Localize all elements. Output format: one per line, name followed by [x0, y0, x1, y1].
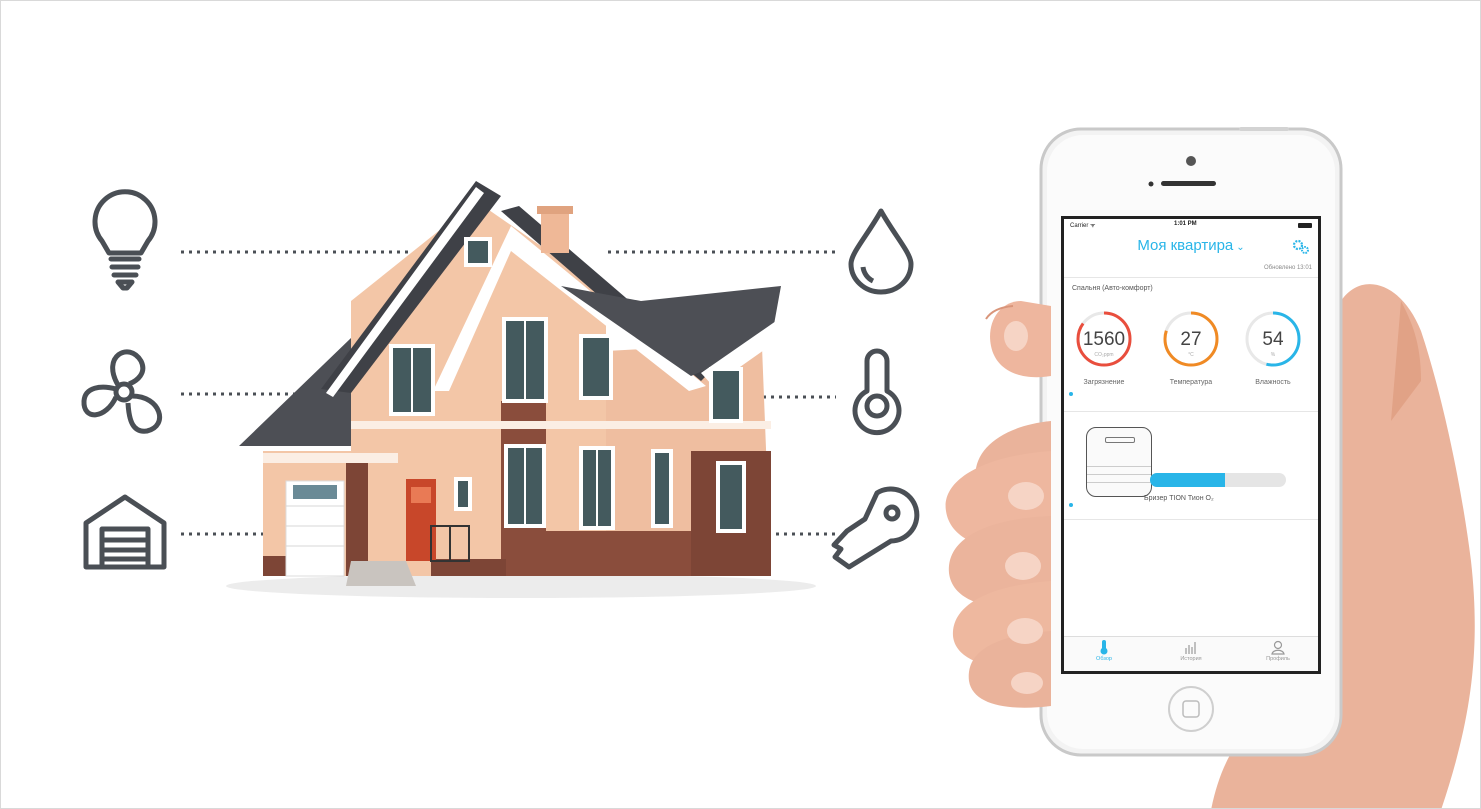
page-title: Моя квартира	[1137, 237, 1234, 254]
carrier-label: Carrier ᯤ	[1070, 223, 1096, 229]
fan-speed-fill	[1150, 473, 1225, 487]
settings-gear-icon[interactable]	[1292, 239, 1310, 255]
tab-profile[interactable]: Профиль	[1248, 639, 1308, 662]
location-selector[interactable]: Моя квартира ⌄	[1064, 237, 1318, 254]
tab-history[interactable]: История	[1161, 639, 1221, 662]
humidity-label: Влажность	[1255, 379, 1291, 386]
light-bulb-icon	[92, 189, 158, 291]
humidity-value: 54	[1262, 329, 1284, 350]
clock: 1:01 PM	[1174, 221, 1197, 227]
updated-timestamp: Обновлено 13:01	[1264, 265, 1312, 271]
selected-indicator	[1069, 392, 1073, 396]
room-label[interactable]: Спальня (Авто-комфорт)	[1072, 285, 1153, 292]
tab-overview-label: Обзор	[1096, 656, 1112, 662]
breezer-device-icon[interactable]	[1086, 427, 1152, 497]
thermometer-tab-icon	[1100, 640, 1108, 655]
divider	[1064, 519, 1318, 520]
temperature-gauge[interactable]: 27 °C Температура	[1157, 309, 1225, 386]
pollution-value: 1560	[1082, 329, 1126, 350]
divider	[1064, 411, 1318, 412]
water-drop-icon	[848, 208, 914, 295]
device-name: Бризер TION Тион O₂	[1144, 495, 1214, 502]
tab-profile-label: Профиль	[1266, 656, 1290, 662]
battery-icon	[1298, 223, 1312, 228]
user-tab-icon	[1271, 640, 1285, 655]
tab-bar: Обзор История Профиль	[1064, 636, 1318, 671]
tab-overview[interactable]: Обзор	[1074, 639, 1134, 662]
divider	[1064, 277, 1318, 278]
thermometer-icon	[852, 348, 902, 436]
pollution-gauge[interactable]: 1560 CO₂ppm Загрязнение	[1070, 309, 1138, 386]
chevron-down-icon: ⌄	[1236, 242, 1245, 253]
status-bar: Carrier ᯤ 1:01 PM	[1064, 221, 1318, 231]
pollution-label: Загрязнение	[1083, 379, 1125, 386]
key-icon	[831, 486, 920, 570]
garage-icon	[83, 494, 167, 570]
temperature-label: Температура	[1169, 379, 1213, 386]
house-illustration	[226, 181, 816, 598]
chart-tab-icon	[1185, 642, 1196, 654]
humidity-gauge[interactable]: 54 % Влажность	[1239, 309, 1307, 386]
selected-indicator	[1069, 503, 1073, 507]
fan-speed-bar[interactable]	[1150, 473, 1286, 487]
fan-icon	[81, 349, 163, 434]
phone-screen: Carrier ᯤ 1:01 PM Моя квартира ⌄ Обновлен…	[1064, 219, 1318, 671]
frame: Carrier ᯤ 1:01 PM Моя квартира ⌄ Обновлен…	[0, 0, 1481, 809]
tab-history-label: История	[1180, 656, 1202, 662]
temperature-value: 27	[1180, 329, 1202, 350]
pollution-unit: CO₂ppm	[1094, 352, 1114, 358]
temperature-unit: °C	[1188, 352, 1194, 358]
humidity-unit: %	[1270, 352, 1276, 358]
